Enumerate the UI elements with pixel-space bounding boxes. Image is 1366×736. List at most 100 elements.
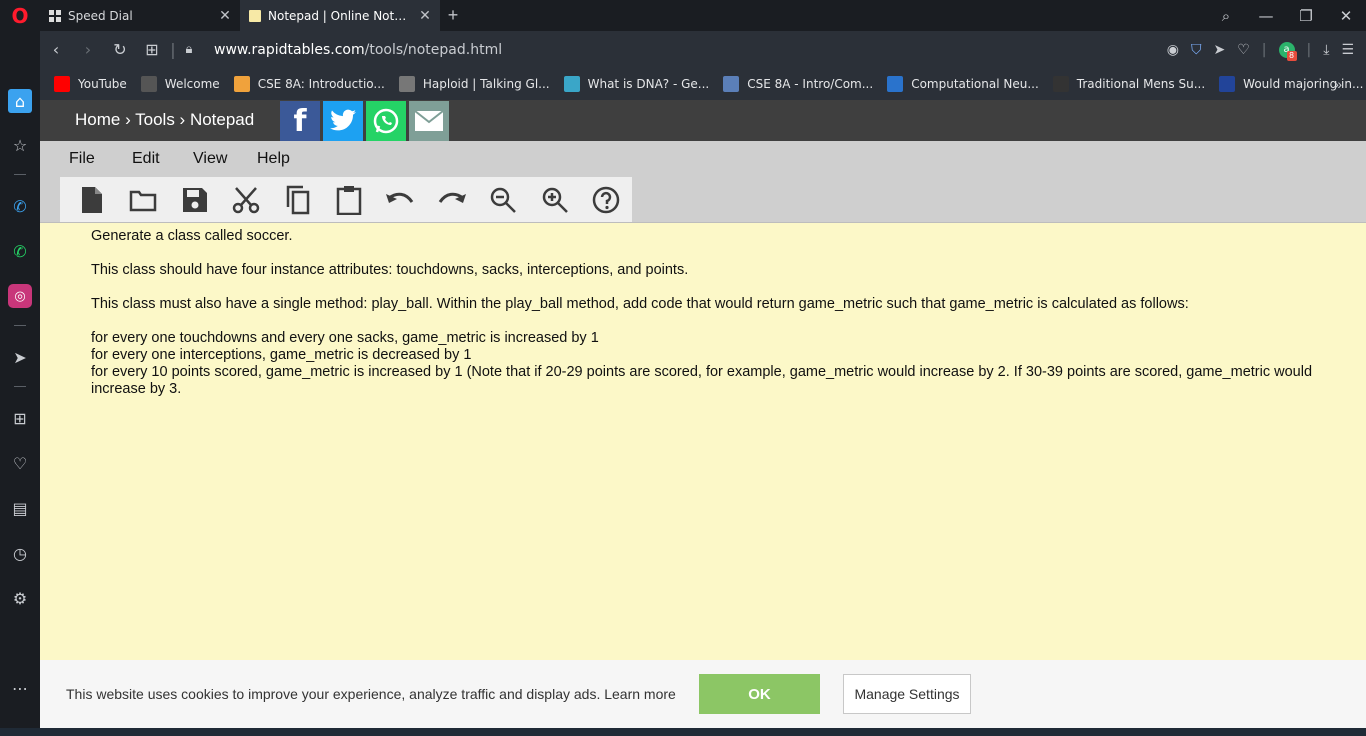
send-icon[interactable]: ➤ [1214,42,1226,58]
undo-button[interactable] [375,180,426,220]
whatsapp-button[interactable] [366,101,406,141]
redo-button[interactable] [426,180,477,220]
speed-dial-home-icon[interactable]: ⌂ [8,89,32,113]
menu-edit[interactable]: Edit [132,150,160,168]
search-tabs-icon[interactable]: ⌕ [1206,7,1246,25]
close-tab-icon[interactable]: ✕ [418,8,432,24]
notification-badge: 8 [1286,50,1297,61]
menu-file[interactable]: File [69,150,95,168]
heart-icon[interactable]: ♡ [8,451,32,475]
zoom-in-button[interactable] [529,180,580,220]
facebook-button[interactable]: f [280,101,320,141]
camera-icon[interactable]: ◉ [1167,42,1179,58]
breadcrumb[interactable]: Home › Tools › Notepad [75,110,254,130]
bookmarks-more-icon[interactable]: » [1334,76,1342,92]
bookmark-label: CSE 8A: Introductio... [257,77,385,91]
cut-button[interactable] [220,180,271,220]
sidebar-separator [14,325,26,326]
bookmark-item[interactable]: CSE 8A: Introductio... [233,76,385,92]
editor-line: Generate a class called soccer. [91,228,293,244]
bookmark-label: Haploid | Talking Gl... [422,77,550,91]
editor-line: This class should have four instance att… [91,262,689,278]
bookmark-item[interactable]: Traditional Mens Su... [1052,76,1205,92]
save-button[interactable] [169,180,220,220]
menu-bar: File Edit View Help [40,141,1366,177]
tiles-icon[interactable]: ⊞ [136,40,168,59]
instagram-icon[interactable]: ◎ [8,284,32,308]
editor-line: for every one interceptions, game_metric… [91,347,472,363]
editor-line: for every one touchdowns and every one s… [91,330,599,346]
bookmark-item[interactable]: CSE 8A - Intro/Com... [723,76,873,92]
flow-send-icon[interactable]: ➤ [8,345,32,369]
news-icon[interactable]: ▤ [8,496,32,520]
close-tab-icon[interactable]: ✕ [218,8,232,24]
minimize-button[interactable]: — [1246,7,1286,25]
menu-help[interactable]: Help [257,150,290,168]
cookie-banner: This website uses cookies to improve you… [40,660,1366,728]
url-field[interactable]: www.rapidtables.com/tools/notepad.html [214,42,502,58]
workspaces-icon[interactable]: ⊞ [8,406,32,430]
zybooks-icon [233,76,250,92]
bookmark-item[interactable]: Haploid | Talking Gl... [398,76,550,92]
manage-settings-button[interactable]: Manage Settings [843,674,971,714]
download-icon[interactable]: ⤓ [1323,42,1329,58]
zoom-out-button[interactable] [478,180,529,220]
whatsapp-icon[interactable]: ✆ [8,239,32,263]
copy-button[interactable] [272,180,323,220]
editor-line: This class must also have a single metho… [91,296,1189,312]
url-path: /tools/notepad.html [364,41,503,58]
hat-icon [1052,76,1069,92]
editor-blank-line [91,313,1356,330]
separator: | [170,40,176,59]
twitter-button[interactable] [323,101,363,141]
dna-icon [563,76,580,92]
reload-icon[interactable]: ↻ [104,40,136,59]
bookmarks-bar: YouTube Welcome CSE 8A: Introductio... Hapl… [40,68,1366,100]
bookmark-item[interactable]: Computational Neu... [887,76,1039,92]
tab-notepad[interactable]: Notepad | Online Notes fre ✕ [240,0,440,31]
notepad-favicon [249,9,261,22]
bookmark-label: Welcome [164,77,220,91]
more-dots-icon[interactable]: ⋯ [8,676,32,700]
site-header: Home › Tools › Notepad f [40,100,1366,141]
history-clock-icon[interactable]: ◷ [8,541,32,565]
tab-speed-dial[interactable]: Speed Dial ✕ [40,0,240,31]
zoom-in-icon [542,187,568,213]
menu-view[interactable]: View [193,150,227,168]
cookie-ok-button[interactable]: OK [699,674,820,714]
close-window-button[interactable]: ✕ [1326,7,1366,25]
easy-setup-icon[interactable]: ☰ [1341,42,1354,58]
bookmark-item[interactable]: Welcome [140,76,220,92]
open-file-button[interactable] [117,180,168,220]
editor-blank-line [91,245,1356,262]
os-taskbar [0,728,1366,736]
zoom-out-icon [491,187,517,213]
new-file-button[interactable] [66,180,117,220]
account-icon[interactable]: a8 [1278,41,1297,61]
bookmark-label: CSE 8A - Intro/Com... [747,77,874,91]
email-button[interactable] [409,101,449,141]
messenger-icon[interactable]: ✆ [8,194,32,218]
restore-button[interactable]: ❐ [1286,7,1326,25]
bookmarks-star-icon[interactable]: ☆ [8,133,32,157]
back-icon[interactable]: ‹ [40,40,72,59]
whatsapp-icon [373,108,399,134]
forward-icon[interactable]: › [72,40,104,59]
tab-label: Speed Dial [68,8,133,23]
opera-menu-icon[interactable]: O [0,0,40,31]
twitter-icon [330,109,356,131]
new-tab-button[interactable]: + [440,5,466,26]
help-button[interactable] [581,180,632,220]
notepad-textarea[interactable]: Generate a class called soccer. This clas… [40,222,1366,736]
tab-bar: O Speed Dial ✕ Notepad | Online Notes fr… [0,0,1366,31]
settings-gear-icon[interactable]: ⚙ [8,586,32,610]
bookmark-item[interactable]: What is DNA? - Ge... [563,76,709,92]
address-bar: ‹ › ↻ ⊞ | 🔒︎ www.rapidtables.com/tools/n… [40,31,1366,68]
paste-button[interactable] [323,180,374,220]
lock-icon[interactable]: 🔒︎ [178,42,200,57]
bookmark-item[interactable]: YouTube [54,76,127,92]
adblock-shield-icon[interactable]: ⛉ [1191,42,1202,58]
cookie-message: This website uses cookies to improve you… [66,686,676,702]
redo-icon [438,192,466,203]
heart-icon[interactable]: ♡ [1237,42,1250,58]
